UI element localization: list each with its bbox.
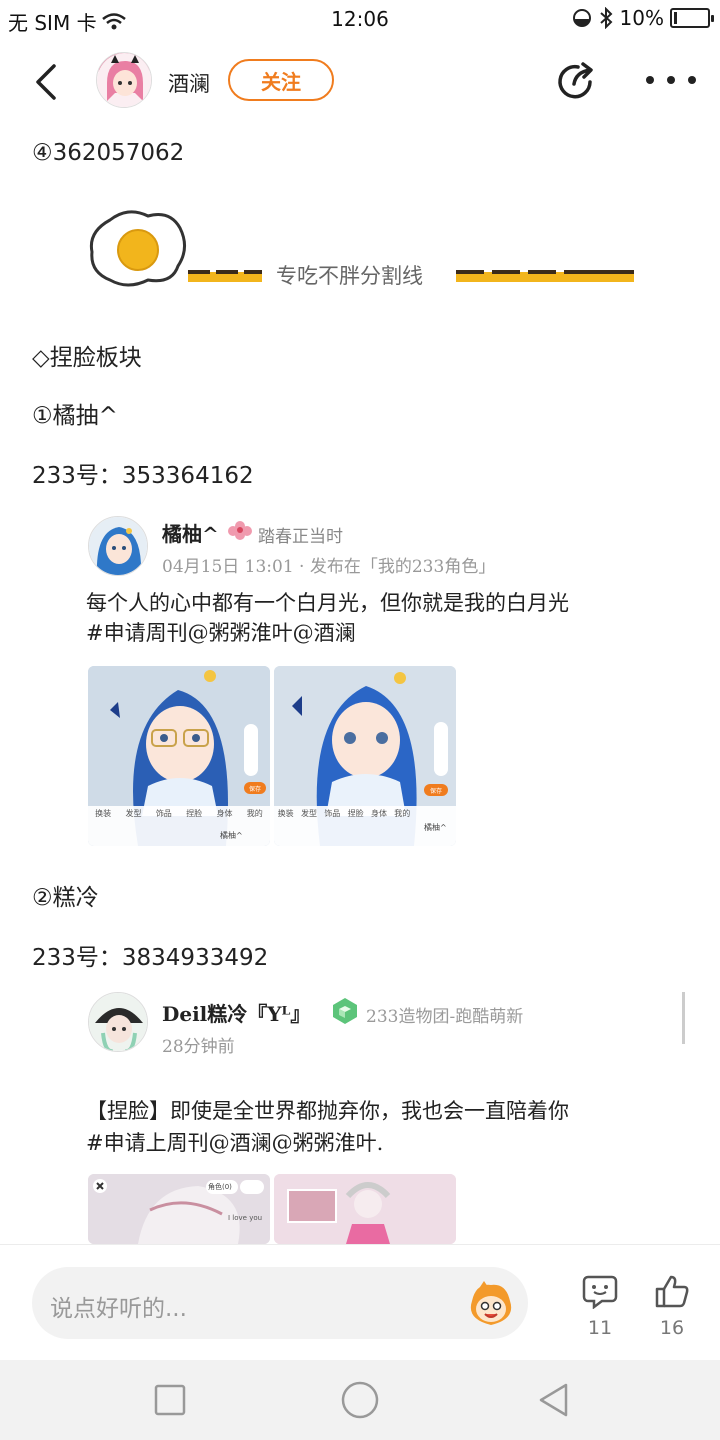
wifi-icon bbox=[101, 12, 126, 29]
like-count-number: 16 bbox=[659, 1317, 685, 1339]
more-options-icon[interactable] bbox=[646, 70, 696, 90]
battery-icon bbox=[670, 8, 714, 28]
status-left: 无 SIM 卡 bbox=[8, 7, 127, 36]
follow-button[interactable]: 关注 bbox=[228, 59, 334, 101]
shot-tab: 捏脸 bbox=[347, 809, 364, 818]
back-nav-icon[interactable] bbox=[536, 1382, 572, 1418]
item2-id: 233号：3834933492 bbox=[32, 945, 269, 971]
status-bar: 无 SIM 卡 12:06 10% bbox=[0, 0, 720, 38]
system-nav-bar bbox=[0, 1360, 720, 1440]
post1-image-2[interactable]: 换装 发型 饰品 捏脸 身体 我的 保存 橘柚^ bbox=[274, 666, 456, 846]
post1-body-line2: #申请周刊@粥粥淮叶@酒澜 bbox=[86, 621, 356, 645]
post1-body-line1: 每个人的心中都有一个白月光，但你就是我的白月光 bbox=[86, 591, 569, 615]
item1-id: 233号：353364162 bbox=[32, 463, 254, 489]
comment-count[interactable]: 11 bbox=[570, 1273, 630, 1339]
post1-meta: 04月15日 13:01 · 发布在「我的233角色」 bbox=[162, 557, 496, 577]
carrier-label: 无 SIM 卡 bbox=[8, 11, 97, 35]
embedded-post-2[interactable]: Deil糕冷『Yᴸ』 233造物团-跑酷萌新 28分钟前 【捏脸】即使是全世界都… bbox=[86, 992, 686, 1244]
emoji-mascot-icon[interactable] bbox=[466, 1281, 516, 1327]
item2-title: ②糕冷 bbox=[32, 885, 99, 911]
post2-avatar bbox=[88, 992, 148, 1052]
post1-image-2-tabs: 换装 发型 饰品 捏脸 身体 我的 bbox=[274, 808, 414, 819]
home-icon[interactable] bbox=[340, 1380, 380, 1420]
post-content: ④362057062 专吃不胖分割线 ◇捏脸板块 ①橘抽^ 233号：35336… bbox=[0, 120, 720, 1244]
shot-signature: 橘柚^ bbox=[424, 823, 447, 832]
comment-icon bbox=[582, 1275, 618, 1310]
divider-caption: 专吃不胖分割线 bbox=[276, 264, 423, 288]
post1-author: 橘柚^ bbox=[162, 522, 219, 546]
comment-bar: 说点好听的... 11 16 bbox=[0, 1244, 720, 1360]
post1-avatar bbox=[88, 516, 148, 576]
status-right: 10% bbox=[572, 6, 714, 30]
battery-percent: 10% bbox=[619, 6, 664, 30]
shot-tab: 捏脸 bbox=[186, 809, 203, 818]
post2-meta: 28分钟前 bbox=[162, 1037, 235, 1057]
shot-tab: 换装 bbox=[95, 809, 112, 818]
dnd-icon bbox=[572, 9, 591, 27]
qq-number-line: ④362057062 bbox=[32, 140, 185, 166]
thumbs-up-icon bbox=[655, 1275, 689, 1308]
shot-tab: 我的 bbox=[246, 809, 263, 818]
scroll-indicator bbox=[682, 992, 685, 1044]
creator-badge-icon bbox=[333, 998, 357, 1024]
shot-tab: 我的 bbox=[394, 809, 411, 818]
post2-author: Deil糕冷『Yᴸ』 bbox=[162, 1002, 311, 1026]
shot-tab: 饰品 bbox=[155, 809, 172, 818]
section-title: ◇捏脸板块 bbox=[32, 345, 142, 371]
comment-count-number: 11 bbox=[587, 1317, 613, 1339]
flower-icon bbox=[228, 521, 252, 540]
post2-image-2[interactable] bbox=[274, 1174, 456, 1244]
item1-title: ①橘抽^ bbox=[32, 403, 118, 429]
save-label: 保存 bbox=[248, 786, 261, 793]
shot-tab: 身体 bbox=[370, 809, 387, 818]
shot-tab: 饰品 bbox=[324, 809, 341, 818]
share-icon[interactable] bbox=[554, 60, 598, 104]
recent-apps-icon[interactable] bbox=[154, 1384, 186, 1416]
post2-body-line2: #申请上周刊@酒澜@粥粥淮叶. bbox=[86, 1131, 384, 1155]
post2-image-1[interactable]: 角色(0) I love you bbox=[88, 1174, 270, 1244]
author-avatar[interactable] bbox=[96, 52, 152, 108]
bluetooth-icon bbox=[599, 7, 612, 29]
save-label: 保存 bbox=[429, 788, 442, 795]
shot-signature: 橘柚^ bbox=[220, 831, 243, 840]
post2-group: 233造物团-跑酷萌新 bbox=[366, 1007, 524, 1027]
shot-tab: 身体 bbox=[216, 809, 233, 818]
post1-motto: 踏春正当时 bbox=[258, 527, 343, 547]
post-header: 酒澜 关注 bbox=[0, 44, 720, 120]
shot-tab: 换装 bbox=[277, 809, 294, 818]
post2-body-line1: 【捏脸】即使是全世界都抛弃你，我也会一直陪着你 bbox=[86, 1099, 569, 1123]
embedded-post-1[interactable]: 橘柚^ 踏春正当时 04月15日 13:01 · 发布在「我的233角色」 每个… bbox=[86, 516, 686, 846]
comment-placeholder: 说点好听的... bbox=[50, 1296, 187, 1322]
post1-image-1-tabs: 换装 发型 饰品 捏脸 身体 我的 bbox=[88, 808, 270, 819]
shot-corner-label: 角色(0) bbox=[208, 1183, 232, 1191]
comment-input[interactable]: 说点好听的... bbox=[32, 1267, 528, 1339]
author-name[interactable]: 酒澜 bbox=[168, 68, 210, 98]
shot-tab: 发型 bbox=[300, 809, 317, 818]
back-arrow-icon[interactable] bbox=[30, 62, 66, 102]
like-count[interactable]: 16 bbox=[642, 1273, 702, 1339]
shot-tab: 发型 bbox=[125, 809, 142, 818]
shot-love-text: I love you bbox=[228, 1214, 263, 1222]
post1-image-1[interactable]: 换装 发型 饰品 捏脸 身体 我的 保存 橘柚^ bbox=[88, 666, 270, 846]
